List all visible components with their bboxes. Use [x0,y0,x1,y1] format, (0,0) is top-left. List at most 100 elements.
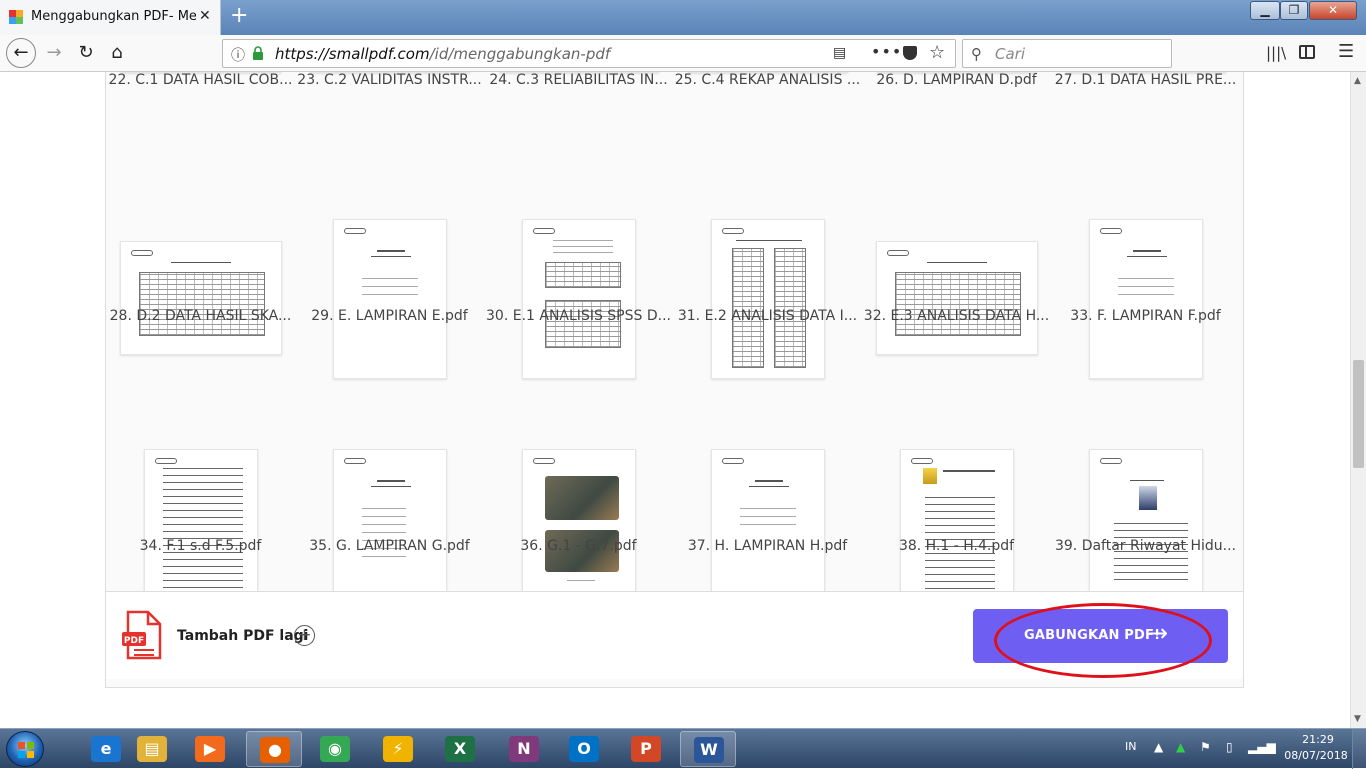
text-line [552,240,613,241]
windows-logo-icon [18,742,34,758]
page-tag [886,250,909,256]
network-status-icon[interactable]: ▲ [1176,740,1185,754]
sidebar-toggle-icon[interactable] [1299,45,1315,59]
url-bar[interactable]: ⓘ https://smallpdf.com/id/menggabungkan-… [222,39,956,68]
taskbar-powerpoint-button[interactable]: P [618,731,674,767]
file-name: 30. E.1 ANALISIS SPSS D... [486,308,671,324]
window-maximize-button[interactable]: ❐ [1280,1,1308,20]
add-pdf-plus-icon[interactable]: + [294,625,315,646]
page-heading [942,470,995,472]
smallpdf-favicon-icon [9,10,23,24]
page-content: 22. C.1 DATA HASIL COB... 23. C.2 VALIDIT… [0,72,1350,728]
search-input[interactable]: ⚲ Cari [962,39,1172,68]
pdf-thumbnail[interactable] [332,449,447,609]
pdf-thumbnail[interactable] [521,449,636,609]
pdf-thumbnail[interactable] [521,219,636,379]
page-heading [1132,250,1161,252]
pdf-thumbnail[interactable] [875,241,1038,355]
text-line [361,508,406,509]
pocket-icon[interactable] [903,46,917,60]
reader-view-icon[interactable]: ▤ [833,45,846,61]
taskbar-winamp-button[interactable]: ⚡ [370,731,426,767]
bookmark-star-icon[interactable]: ☆ [929,42,945,63]
clock-time[interactable]: 21:29 [1293,733,1343,746]
battery-icon[interactable]: ▯ [1226,740,1233,754]
media-player-icon: ▶ [195,736,225,762]
file-name: 29. E. LAMPIRAN E.pdf [311,308,468,324]
site-info-icon[interactable]: ⓘ [231,45,245,65]
word-icon: W [694,737,724,763]
pdf-thumbnail[interactable] [332,219,447,379]
taskbar-firefox-button[interactable]: ● [246,731,302,767]
text-line [361,556,406,557]
text-line [361,516,406,517]
taskbar-word-button[interactable]: W [680,731,736,767]
page-subheading [748,486,789,487]
outlook-icon: O [569,736,599,762]
text-line [361,532,406,533]
pdf-thumbnail[interactable] [119,241,282,355]
window-close-button[interactable]: ✕ [1309,1,1357,20]
hamburger-menu-icon[interactable]: ☰ [1338,41,1354,62]
taskbar-file-explorer-button[interactable]: ▤ [124,731,180,767]
taskbar-outlook-button[interactable]: O [556,731,612,767]
tab-close-icon[interactable]: ✕ [199,8,211,24]
browser-tab[interactable]: Menggabungkan PDF- Menggabungkan ✕ [0,0,221,35]
new-tab-button[interactable]: + [230,3,248,28]
text-line [361,294,418,295]
data-table [894,272,1021,336]
pdf-thumbnail[interactable] [710,449,825,609]
library-icon[interactable]: |||\ [1266,44,1286,62]
page-heading [735,240,802,241]
back-arrow-icon[interactable]: ← [6,38,36,68]
pdf-file-icon: PDF [122,610,162,660]
page-scrollbar[interactable]: ▲ ▼ [1350,72,1366,728]
forward-arrow-icon[interactable]: → [40,39,68,67]
file-name: 32. E.3 ANALISIS DATA H... [863,308,1050,324]
scrollbar-thumb[interactable] [1353,360,1364,468]
pdf-thumbnail[interactable] [899,449,1014,609]
windows-taskbar: e ▤ ▶ ● ◉ ⚡ X N O P W IN ▲ ▲ ⚑ ▯ ▂▄▆ 21:29 08/07/2… [0,728,1366,769]
show-hidden-icons-icon[interactable]: ▲ [1154,740,1163,754]
page-subheading [370,256,411,257]
action-center-flag-icon[interactable]: ⚑ [1200,740,1211,754]
page-tag [532,458,555,464]
home-icon[interactable]: ⌂ [103,39,131,67]
firefox-icon: ● [260,737,290,763]
logo-image [922,468,937,484]
pdf-thumbnail[interactable] [143,449,258,609]
reload-icon[interactable]: ↻ [72,39,100,67]
taskbar-onenote-button[interactable]: N [496,731,552,767]
scroll-down-icon[interactable]: ▼ [1354,714,1361,724]
file-name: 38. H.1 - H.4.pdf [898,538,1015,554]
pdf-thumbnail[interactable] [1088,449,1203,609]
file-name: 34. F.1 s.d F.5.pdf [139,538,262,554]
show-desktop-button[interactable] [1352,729,1366,769]
excel-icon: X [445,736,475,762]
page-tag [1099,458,1122,464]
taskbar-excel-button[interactable]: X [432,731,488,767]
tab-title: Menggabungkan PDF- Menggabungkan [31,9,196,24]
signal-strength-icon[interactable]: ▂▄▆ [1248,740,1276,754]
file-explorer-icon: ▤ [137,736,167,762]
file-name: 33. F. LAMPIRAN F.pdf [1070,308,1221,324]
taskbar-chrome-button[interactable]: ◉ [307,731,363,767]
page-tag [130,250,153,256]
page-tag [1099,228,1122,234]
language-indicator[interactable]: IN [1125,740,1136,753]
clock-date[interactable]: 08/07/2018 [1284,749,1348,762]
page-actions-icon[interactable]: ••• [871,42,902,61]
pdf-thumbnail[interactable] [1088,219,1203,379]
file-name: 24. C.3 RELIABILITAS IN... [489,72,668,88]
text-line [1117,278,1174,279]
scroll-up-icon[interactable]: ▲ [1354,76,1361,86]
highlight-ellipse [994,603,1212,678]
taskbar-media-player-button[interactable]: ▶ [182,731,238,767]
start-button[interactable] [6,731,44,767]
pdf-thumbnail[interactable] [710,219,825,379]
browser-titlebar: Menggabungkan PDF- Menggabungkan ✕ + ▁ ❐… [0,0,1366,35]
file-name: 25. C.4 REKAP ANALISIS ... [674,72,861,88]
window-minimize-button[interactable]: ▁ [1250,1,1280,20]
add-more-pdf-label[interactable]: Tambah PDF lagi [177,628,308,644]
page-tag [910,458,933,464]
